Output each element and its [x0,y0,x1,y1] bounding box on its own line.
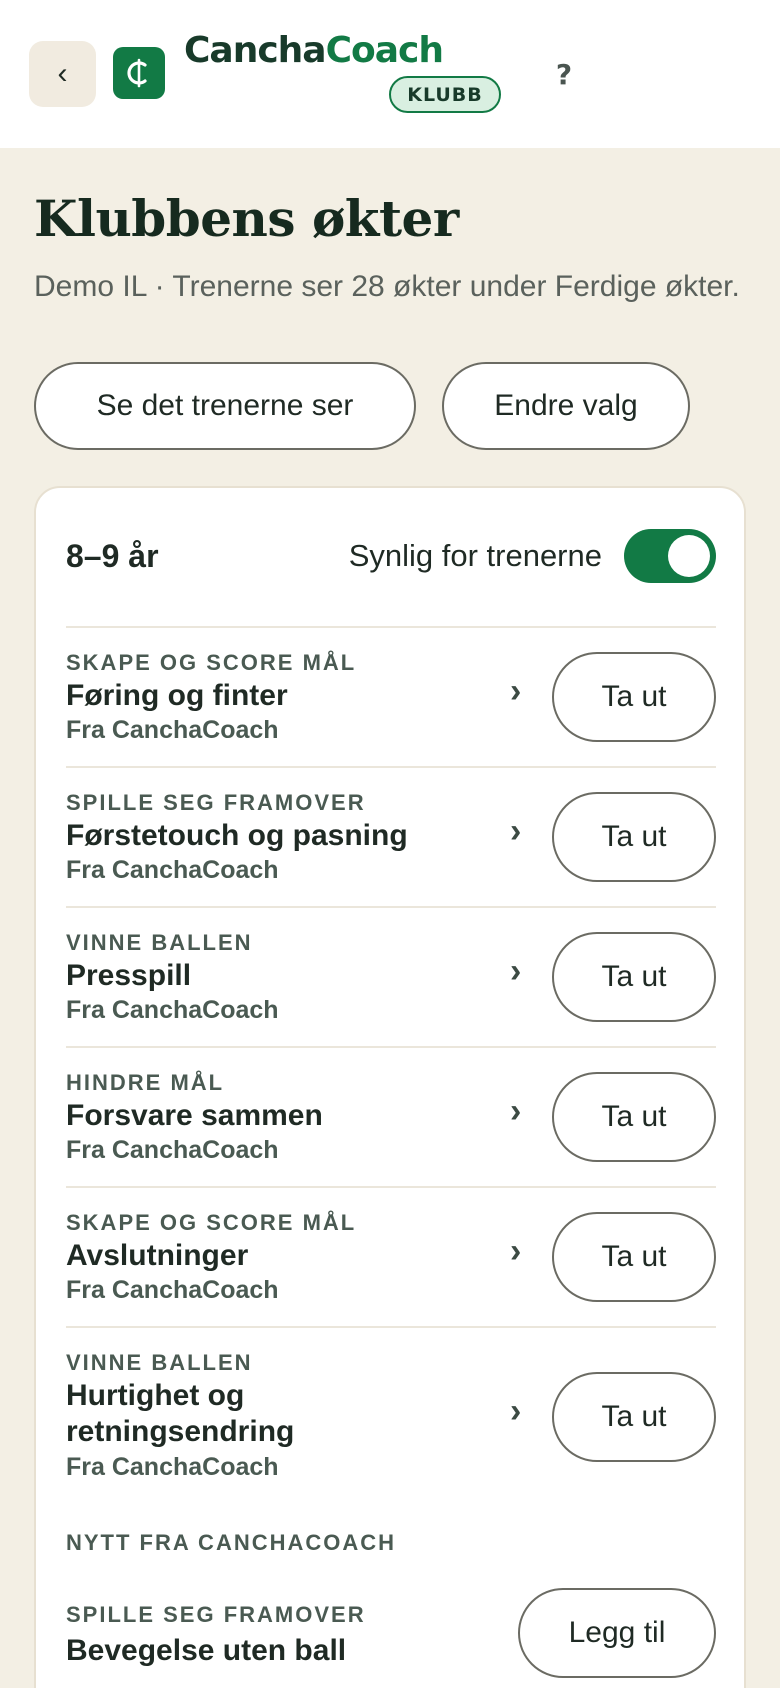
session-name: Presspill [66,959,192,992]
session-name: Forsvare sammen [66,1099,323,1132]
session-category: SKAPE OG SCORE MÅL [66,650,357,675]
session-row: VINNE BALLEN Presspill Fra CanchaCoach ›… [66,906,716,1046]
chevron-right-icon[interactable]: › [510,1232,521,1271]
toggle-knob [668,535,710,577]
age-group-card: 8–9 år Synlig for trenerne SKAPE OG SCOR… [34,486,746,1688]
session-source: Fra CanchaCoach [66,716,279,744]
age-group-label: 8–9 år [66,537,159,574]
session-row: SKAPE OG SCORE MÅL Avslutninger Fra Canc… [66,1186,716,1326]
brand-name-second: Coach [325,30,444,71]
age-group-header: 8–9 år Synlig for trenerne [66,528,716,584]
session-source: Fra CanchaCoach [66,996,279,1024]
visibility-label: Synlig for trenerne [348,538,602,573]
page-title: Klubbens økter [34,189,459,248]
chevron-right-icon[interactable]: › [510,952,521,991]
add-session-button[interactable]: Legg til [518,1588,716,1678]
session-category: VINNE BALLEN [66,930,253,955]
session-source: Fra CanchaCoach [66,856,279,884]
session-name: Avslutninger [66,1239,249,1272]
session-category: SPILLE SEG FRAMOVER [66,790,366,815]
chevron-right-icon[interactable]: › [510,672,521,711]
cancha-coach-logo-icon [113,47,165,99]
session-category: SKAPE OG SCORE MÅL [66,1210,357,1235]
remove-session-button[interactable]: Ta ut [552,1212,716,1302]
chevron-right-icon[interactable]: › [510,1392,521,1431]
klubb-badge: KLUBB [389,76,501,113]
session-category: SPILLE SEG FRAMOVER [66,1602,366,1627]
chevron-left-icon: ‹ [57,57,68,90]
page-subtitle: Demo IL · Trenerne ser 28 økter under Fe… [34,270,740,303]
session-category: VINNE BALLEN [66,1350,253,1375]
chevron-right-icon[interactable]: › [510,812,521,851]
remove-session-button[interactable]: Ta ut [552,652,716,742]
brand-name: CanchaCoach [184,30,444,71]
visibility-toggle[interactable] [624,529,716,583]
change-selection-button[interactable]: Endre valg [442,362,690,450]
session-row: HINDRE MÅL Forsvare sammen Fra CanchaCoa… [66,1046,716,1186]
session-category: HINDRE MÅL [66,1070,225,1095]
session-name: Bevegelse uten ball [66,1634,347,1667]
back-button[interactable]: ‹ [29,41,96,107]
help-button[interactable]: ? [548,52,580,96]
chevron-right-icon[interactable]: › [510,1092,521,1131]
preview-coach-view-button[interactable]: Se det trenerne ser [34,362,416,450]
session-row: SKAPE OG SCORE MÅL Føring og finter Fra … [66,626,716,766]
top-bar: ‹ CanchaCoach KLUBB ? [0,0,780,148]
session-source: Fra CanchaCoach [66,1453,279,1481]
brand-name-first: Cancha [184,30,327,71]
remove-session-button[interactable]: Ta ut [552,792,716,882]
session-row: SPILLE SEG FRAMOVER Førstetouch og pasni… [66,766,716,906]
remove-session-button[interactable]: Ta ut [552,1072,716,1162]
session-name: Førstetouch og pasning [66,819,408,852]
new-from-cancha-heading: NYTT FRA CANCHACOACH [66,1530,397,1555]
session-source: Fra CanchaCoach [66,1136,279,1164]
session-source: Fra CanchaCoach [66,1276,279,1304]
remove-session-button[interactable]: Ta ut [552,932,716,1022]
session-name: Hurtighet og retningsendring [66,1379,295,1448]
session-row: VINNE BALLEN Hurtighet og retningsendrin… [66,1326,716,1506]
remove-session-button[interactable]: Ta ut [552,1372,716,1462]
session-name: Føring og finter [66,679,288,712]
new-session-row: SPILLE SEG FRAMOVER Bevegelse uten ball … [66,1588,716,1688]
